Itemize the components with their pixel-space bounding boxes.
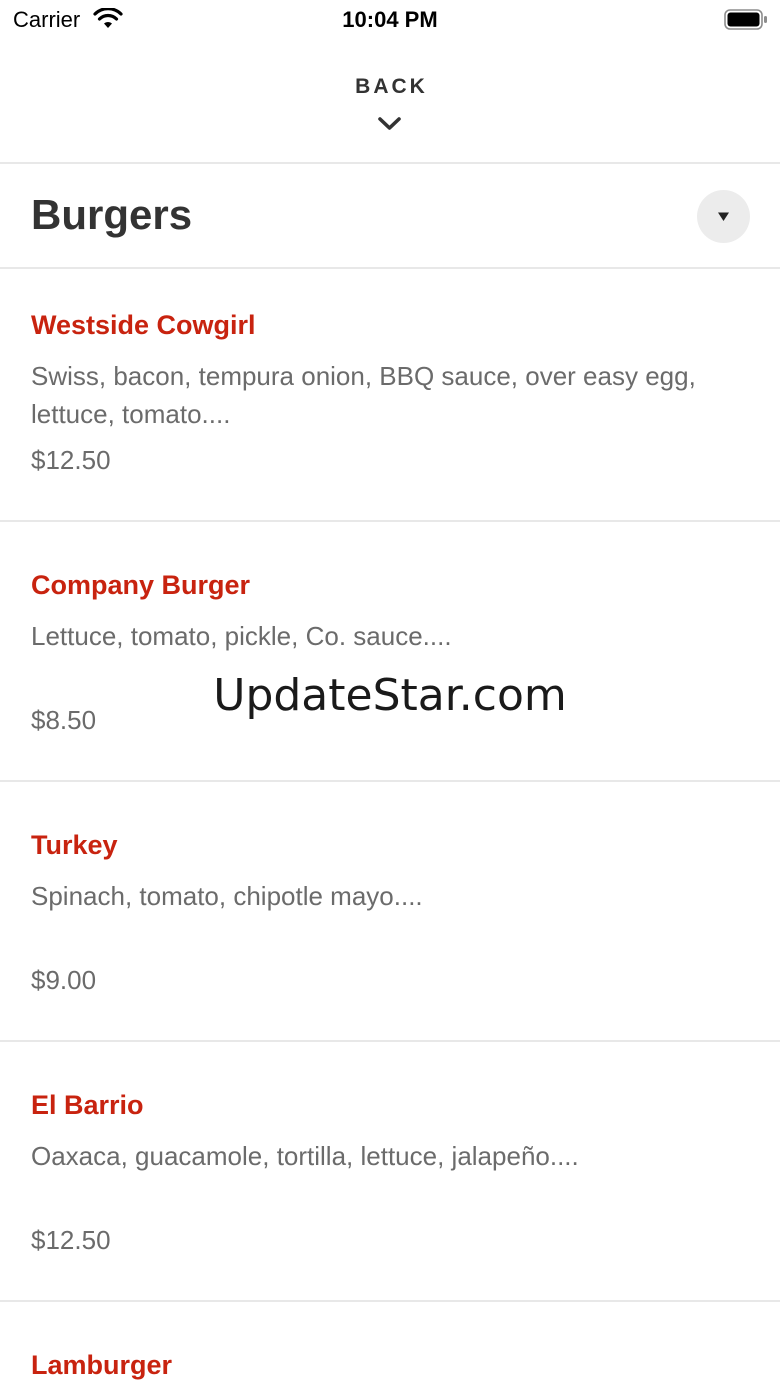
item-price: $12.50 [31, 1225, 111, 1255]
divider [0, 520, 780, 522]
item-name: Turkey [31, 830, 118, 860]
divider [0, 780, 780, 782]
battery-icon [724, 9, 767, 30]
item-price: $9.00 [31, 965, 97, 995]
item-name: Company Burger [31, 570, 251, 600]
menu-screen: Carrier 10:04 PM BACK Burgers Westside C… [0, 0, 780, 1387]
item-description: Spinach, tomato, chipotle mayo.... [31, 881, 423, 911]
item-description: Swiss, bacon, tempura onion, BBQ sauce, … [31, 361, 696, 429]
item-name: Lamburger [31, 1350, 173, 1380]
divider [0, 162, 780, 164]
divider [0, 1040, 780, 1042]
menu-item-westside-cowgirl[interactable]: Westside Cowgirl Swiss, bacon, tempura o… [0, 310, 780, 520]
item-price: $12.50 [31, 445, 111, 475]
watermark: UpdateStar.com [213, 670, 567, 721]
divider [0, 267, 780, 269]
back-label: BACK [355, 75, 428, 98]
menu-item-lamburger[interactable]: Lamburger [0, 1350, 780, 1387]
item-name: Westside Cowgirl [31, 310, 256, 340]
divider [0, 1300, 780, 1302]
menu-item-el-barrio[interactable]: El Barrio Oaxaca, guacamole, tortilla, l… [0, 1090, 780, 1300]
menu-item-turkey[interactable]: Turkey Spinach, tomato, chipotle mayo...… [0, 830, 780, 1040]
caret-down-icon [718, 212, 729, 221]
chevron-down-icon [378, 117, 401, 130]
category-dropdown-button[interactable] [697, 190, 750, 243]
item-description: Oaxaca, guacamole, tortilla, lettuce, ja… [31, 1141, 579, 1171]
item-name: El Barrio [31, 1090, 144, 1120]
clock-time: 10:04 PM [342, 7, 438, 32]
category-title: Burgers [31, 191, 193, 238]
item-description: Lettuce, tomato, pickle, Co. sauce.... [31, 621, 452, 651]
back-button[interactable]: BACK [0, 70, 780, 142]
status-bar: Carrier 10:04 PM [0, 0, 780, 40]
